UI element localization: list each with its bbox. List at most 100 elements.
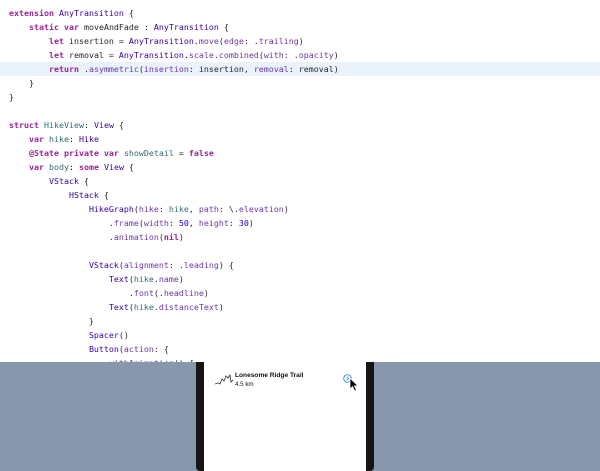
code-token: some <box>78 162 99 172</box>
code-token: opacity <box>298 50 334 60</box>
code-token: } <box>9 78 34 88</box>
code-token: ) <box>203 288 209 298</box>
code-token: moveAndFade : <box>78 22 154 32</box>
code-line[interactable]: Text(hike.distanceText) <box>0 300 600 314</box>
simulator-screen[interactable]: Lonesome Ridge Trail 4.5 km <box>204 362 366 471</box>
code-token: AnyTransition <box>58 8 124 18</box>
code-line[interactable]: .frame(width: 50, height: 30) <box>0 216 600 230</box>
code-token: () <box>118 330 129 340</box>
code-token: action <box>123 344 154 354</box>
code-token: View <box>103 162 124 172</box>
code-token: hike <box>48 134 69 144</box>
code-token: } <box>9 316 94 326</box>
code-token: trailing <box>258 36 299 46</box>
code-token: name <box>158 274 179 284</box>
code-token: animation <box>113 232 159 242</box>
code-token: = <box>173 148 189 158</box>
code-token: Hike <box>78 134 99 144</box>
code-token: leading <box>183 260 219 270</box>
code-token: var <box>63 22 79 32</box>
code-token: Button <box>88 344 119 354</box>
code-token: hike <box>133 302 154 312</box>
code-token: path <box>198 204 219 214</box>
hike-distance-label: 4.5 km <box>235 381 254 388</box>
code-line[interactable]: .animation(nil) <box>0 230 600 244</box>
code-token: edge <box>223 36 244 46</box>
code-token: { <box>78 176 89 186</box>
code-token: : \. <box>218 204 239 214</box>
code-token: : removal) <box>288 64 339 74</box>
code-token: { <box>123 8 134 18</box>
code-token: 30 <box>238 218 249 228</box>
code-token: Spacer <box>88 330 119 340</box>
code-line[interactable]: HikeGraph(hike: hike, path: \.elevation) <box>0 202 600 216</box>
code-line[interactable]: var hike: Hike <box>0 132 600 146</box>
code-token: ) { <box>218 260 234 270</box>
code-line[interactable]: VStack(alignment: .leading) { <box>0 258 600 272</box>
code-line[interactable]: .font(.headline) <box>0 286 600 300</box>
code-token: : <box>228 218 239 228</box>
code-token: body <box>48 162 69 172</box>
code-token: } <box>9 92 14 102</box>
code-token: headline <box>163 288 204 298</box>
code-line[interactable]: let removal = AnyTransition.scale.combin… <box>0 48 600 62</box>
code-token: : <box>83 120 94 130</box>
code-line[interactable]: VStack { <box>0 174 600 188</box>
code-token: : . <box>283 50 299 60</box>
code-token: insertion <box>143 64 189 74</box>
code-line[interactable]: let insertion = AnyTransition.move(edge:… <box>0 34 600 48</box>
code-token: : <box>68 162 79 172</box>
code-line[interactable]: Spacer() <box>0 328 600 342</box>
code-token: : insertion, <box>188 64 254 74</box>
code-line[interactable]: Button(action: { <box>0 342 600 356</box>
code-token: { <box>123 162 134 172</box>
code-line[interactable]: @State private var showDetail = false <box>0 146 600 160</box>
code-token: : . <box>168 260 184 270</box>
hike-name-label: Lonesome Ridge Trail <box>235 372 304 379</box>
code-line[interactable] <box>0 104 600 118</box>
code-line[interactable]: } <box>0 314 600 328</box>
code-line[interactable]: var body: some View { <box>0 160 600 174</box>
code-line[interactable]: struct HikeView: View { <box>0 118 600 132</box>
code-token: { <box>113 120 124 130</box>
code-token: hike <box>168 204 189 214</box>
code-token: : { <box>153 344 169 354</box>
code-token: showDetail <box>123 148 174 158</box>
code-token: with <box>263 50 284 60</box>
code-token: let <box>48 50 64 60</box>
code-token: 50 <box>178 218 189 228</box>
code-line[interactable]: return .asymmetric(insertion: insertion,… <box>0 62 600 76</box>
code-token: ) <box>178 232 184 242</box>
code-line[interactable]: } <box>0 76 600 90</box>
code-token: : <box>158 204 169 214</box>
code-line[interactable]: HStack { <box>0 188 600 202</box>
code-line[interactable]: static var moveAndFade : AnyTransition { <box>0 20 600 34</box>
code-token: var <box>28 134 44 144</box>
code-line[interactable]: Text(hike.name) <box>0 272 600 286</box>
code-token: frame <box>113 218 139 228</box>
code-line[interactable]: extension AnyTransition { <box>0 6 600 20</box>
code-token: : <box>68 134 79 144</box>
code-token: HikeView <box>43 120 84 130</box>
code-token: insertion = <box>63 36 129 46</box>
code-token: extension <box>9 8 54 18</box>
code-token: HikeGraph <box>88 204 134 214</box>
code-editor[interactable]: extension AnyTransition { static var mov… <box>0 0 600 362</box>
code-token: AnyTransition <box>153 22 219 32</box>
code-token: var <box>28 162 44 172</box>
code-token: alignment <box>123 260 169 270</box>
code-line[interactable]: } <box>0 90 600 104</box>
code-token: @State <box>28 148 59 158</box>
code-token: : . <box>243 36 259 46</box>
code-line[interactable] <box>0 244 600 258</box>
